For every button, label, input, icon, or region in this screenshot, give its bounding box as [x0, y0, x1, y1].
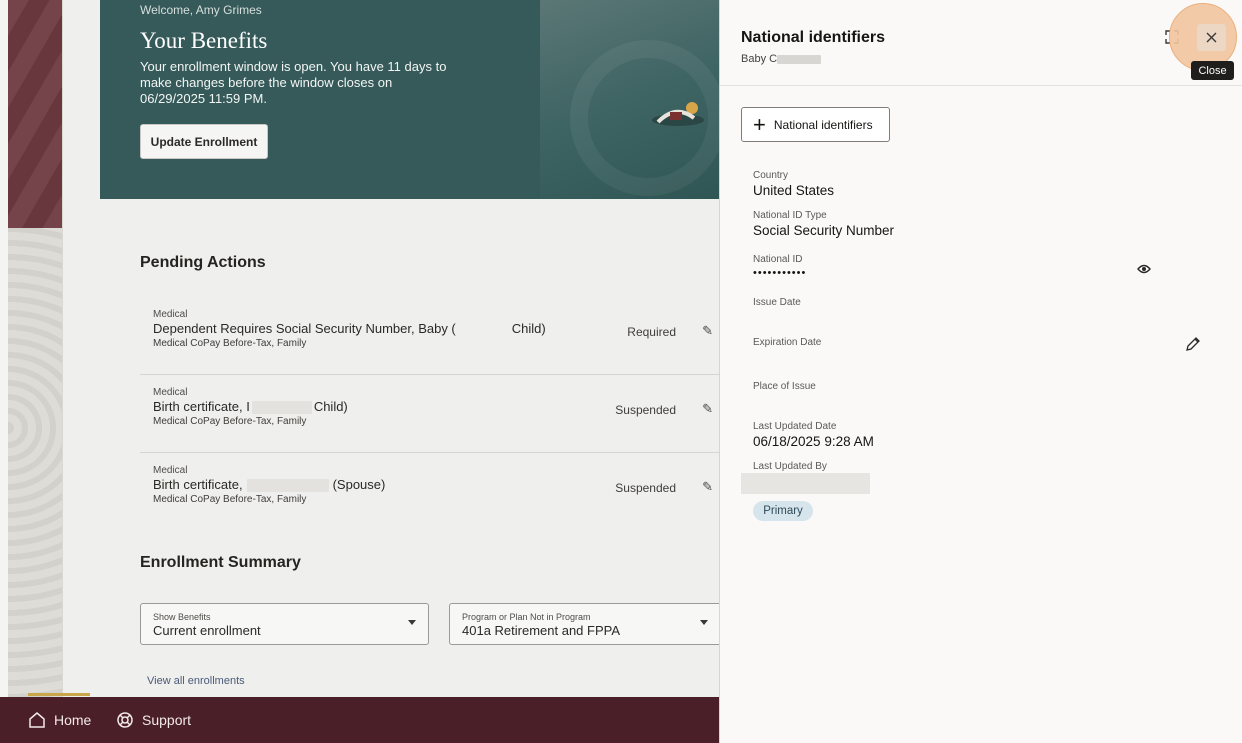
expiration-date-label: Expiration Date	[753, 337, 822, 348]
plus-icon: +	[753, 111, 766, 137]
issue-date-label: Issue Date	[753, 297, 801, 308]
last-updated-by-field: Last Updated By	[753, 461, 827, 472]
last-updated-by-label: Last Updated By	[753, 461, 827, 472]
nav-home[interactable]: Home	[28, 697, 91, 743]
show-benefits-label: Show Benefits	[153, 612, 211, 622]
benefits-page: Welcome, Amy Grimes Your Benefits Your e…	[0, 0, 719, 743]
close-tooltip: Close	[1191, 61, 1234, 80]
decorative-texture	[8, 228, 62, 698]
last-updated-date-field: Last Updated Date 06/18/2025 9:28 AM	[753, 421, 874, 449]
close-icon	[1206, 32, 1217, 43]
show-benefits-value: Current enrollment	[153, 623, 261, 638]
hero-illustration-icon	[652, 102, 704, 126]
nav-support-label: Support	[142, 712, 192, 728]
redacted-value	[741, 473, 870, 494]
action-description: Birth certificate, (Spouse)	[153, 477, 386, 493]
pencil-icon[interactable]: ✎	[702, 323, 713, 339]
update-enrollment-button[interactable]: Update Enrollment	[140, 124, 268, 159]
national-identifiers-drawer: National identifiers Baby C Close + Nati…	[719, 0, 1242, 743]
action-category: Medical	[153, 387, 188, 398]
pending-action-row[interactable]: Medical Dependent Requires Social Securi…	[140, 297, 719, 375]
action-plan: Medical CoPay Before-Tax, Family	[153, 416, 307, 427]
welcome-text: Welcome, Amy Grimes	[140, 3, 262, 17]
active-nav-indicator	[28, 693, 90, 696]
place-of-issue-field: Place of Issue	[753, 381, 816, 392]
country-value: United States	[753, 183, 835, 198]
add-national-identifier-button[interactable]: + National identifiers	[741, 107, 890, 142]
home-icon	[29, 712, 45, 728]
id-type-label: National ID Type	[753, 210, 827, 221]
country-field: Country United States	[753, 170, 834, 198]
nav-home-label: Home	[54, 712, 92, 728]
enrollment-summary-title: Enrollment Summary	[140, 554, 301, 571]
country-label: Country	[753, 170, 789, 181]
action-category: Medical	[153, 309, 188, 320]
support-icon	[117, 712, 133, 728]
action-plan: Medical CoPay Before-Tax, Family	[153, 338, 307, 349]
action-category: Medical	[153, 465, 188, 476]
nav-support[interactable]: Support	[116, 697, 191, 743]
pending-actions-title: Pending Actions	[140, 254, 266, 271]
national-id-value: •••••••••••	[753, 267, 807, 279]
national-id-type-field: National ID Type Social Security Number	[753, 210, 894, 238]
program-value: 401a Retirement and FPPA	[462, 623, 621, 638]
place-of-issue-label: Place of Issue	[753, 381, 816, 392]
view-all-enrollments-link[interactable]: View all enrollments	[147, 675, 245, 687]
issue-date-field: Issue Date	[753, 297, 801, 308]
drawer-subtitle: Baby C	[741, 53, 822, 65]
pending-action-row[interactable]: Medical Birth certificate, I Child) Medic…	[140, 375, 719, 453]
enrollment-window-text: Your enrollment window is open. You have…	[140, 59, 447, 106]
close-button[interactable]	[1197, 24, 1226, 51]
benefits-hero: Welcome, Amy Grimes Your Benefits Your e…	[100, 0, 719, 199]
pencil-icon[interactable]: ✎	[702, 479, 713, 495]
left-strip	[0, 0, 8, 743]
action-description: Birth certificate, I Child)	[153, 399, 348, 415]
caret-down-icon	[700, 620, 708, 625]
add-button-label: National identifiers	[773, 117, 873, 132]
national-id-label: National ID	[753, 254, 803, 265]
eye-icon[interactable]	[1137, 262, 1151, 280]
program-select[interactable]: Program or Plan Not in Program 401a Reti…	[449, 603, 719, 645]
hero-title: Your Benefits	[140, 28, 268, 53]
drawer-header: National identifiers Baby C Close	[720, 0, 1242, 86]
action-status: Suspended	[615, 403, 676, 417]
drawer-title: National identifiers	[741, 29, 886, 46]
expiration-date-field: Expiration Date	[753, 337, 821, 348]
program-label: Program or Plan Not in Program	[462, 612, 591, 622]
primary-badge: Primary	[753, 501, 813, 521]
action-plan: Medical CoPay Before-Tax, Family	[153, 494, 307, 505]
caret-down-icon	[408, 620, 416, 625]
national-id-field: National ID •••••••••••	[753, 254, 806, 279]
pencil-icon[interactable]	[1185, 336, 1201, 357]
action-description: Dependent Requires Social Security Numbe…	[153, 321, 546, 336]
action-status: Suspended	[615, 481, 676, 495]
last-updated-date-value: 06/18/2025 9:28 AM	[753, 434, 874, 449]
pencil-icon[interactable]: ✎	[702, 401, 713, 417]
action-status: Required	[627, 325, 676, 339]
id-type-value: Social Security Number	[753, 223, 895, 238]
pending-action-row[interactable]: Medical Birth certificate, (Spouse) Medic…	[140, 453, 719, 531]
last-updated-date-label: Last Updated Date	[753, 421, 837, 432]
bottom-nav: Home Support	[0, 697, 719, 743]
show-benefits-select[interactable]: Show Benefits Current enrollment	[140, 603, 429, 645]
